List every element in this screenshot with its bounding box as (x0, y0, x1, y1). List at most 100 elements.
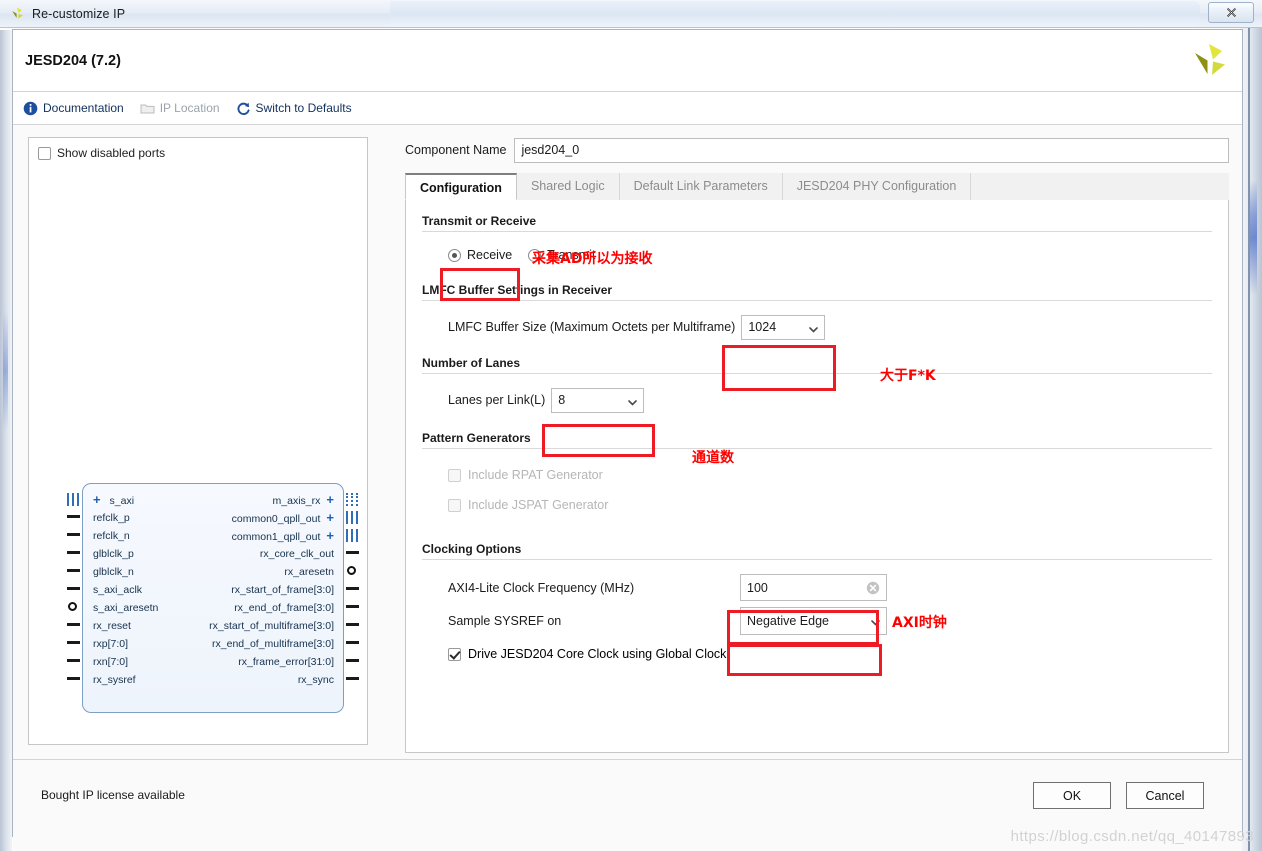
screen: Re-customize IP JESD204 (7.2) Documentat… (0, 0, 1262, 851)
port-label-right: rx_start_of_frame[3:0] (231, 584, 334, 596)
port-stub (346, 551, 359, 554)
lmfc-buffer-title: LMFC Buffer Settings in Receiver (422, 283, 613, 297)
port-label-left: glblclk_n (93, 566, 134, 578)
folder-icon (140, 101, 155, 116)
receive-radio[interactable]: Receive (448, 248, 512, 262)
port-stub (67, 641, 80, 644)
divider (422, 373, 1212, 374)
divider (422, 231, 1212, 232)
port-stub (67, 587, 80, 590)
show-disabled-ports-label: Show disabled ports (57, 146, 166, 160)
tab-jesd204-phy-configuration[interactable]: JESD204 PHY Configuration (782, 173, 972, 200)
component-name-input[interactable]: jesd204_0 (514, 137, 1229, 163)
lmfc-buffer-size-select[interactable]: 1024 (741, 314, 826, 340)
port-label-right: rx_frame_error[31:0] (238, 656, 334, 668)
port-stub (346, 641, 359, 644)
expand-bus-icon[interactable]: + (326, 492, 334, 507)
clocking-options-section: Clocking Options AXI4-Lite Clock Frequen… (422, 542, 1212, 667)
dialog-header: JESD204 (7.2) (13, 30, 1242, 92)
pattern-generators-section: Pattern Generators Include RPAT Generato… (422, 431, 1212, 520)
dialog-toolbar: Documentation IP Location Switch to Defa… (13, 92, 1242, 125)
ip-location-label: IP Location (159, 101, 220, 115)
port-stub (67, 533, 80, 536)
radio-dot (448, 248, 461, 262)
chevron-down-icon (628, 396, 638, 406)
expand-bus-icon[interactable]: + (93, 492, 101, 507)
port-stub (67, 659, 80, 662)
lanes-per-link-label: Lanes per Link(L) (448, 393, 546, 407)
component-name-row: Component Name jesd204_0 (405, 137, 1229, 163)
window-titlebar: Re-customize IP (0, 0, 1262, 28)
ip-block-symbol: + s_axi refclk_p refclk_n glblclk_p glblclk_… (82, 483, 344, 713)
pattern-generators-title: Pattern Generators (422, 431, 531, 445)
annotation-note-lanes: 通道数 (692, 450, 734, 466)
show-disabled-ports-checkbox[interactable]: Show disabled ports (38, 146, 165, 160)
annotation-note-lmfc: 大于F*K (880, 368, 936, 384)
lanes-per-link-select[interactable]: 8 (551, 387, 645, 413)
checkbox-box (448, 498, 461, 512)
port-label-right: m_axis_rx + (273, 491, 334, 509)
bus-interface-icon (67, 493, 80, 506)
axi-clock-frequency-row: AXI4-Lite Clock Frequency (MHz) 100 (422, 571, 1212, 604)
desktop-background-right (1240, 0, 1262, 851)
receive-label: Receive (467, 248, 513, 262)
tab-bar: Configuration Shared Logic Default Link … (405, 172, 1229, 200)
lmfc-buffer-row: LMFC Buffer Size (Maximum Octets per Mul… (422, 312, 1212, 342)
annotation-note-axi-clock: AXI时钟 (892, 615, 947, 631)
port-stub (67, 677, 80, 680)
xilinx-logo-icon (9, 6, 25, 22)
bus-interface-icon (346, 511, 359, 524)
ok-button[interactable]: OK (1033, 782, 1111, 809)
dialog-body: Show disabled ports + s_axi refclk_p refcl… (13, 125, 1242, 759)
port-label-left: s_axi_aclk (93, 584, 143, 596)
include-jspat-generator-checkbox[interactable]: Include JSPAT Generator (422, 490, 1212, 520)
drive-core-clock-checkbox[interactable]: Drive JESD204 Core Clock using Global Cl… (422, 641, 1212, 667)
port-stub (67, 569, 80, 572)
lanes-per-link-row: Lanes per Link(L) 8 (422, 385, 1212, 415)
page-title: JESD204 (7.2) (25, 52, 121, 69)
tab-default-link-parameters[interactable]: Default Link Parameters (619, 173, 783, 200)
axi-clock-frequency-label: AXI4-Lite Clock Frequency (MHz) (448, 580, 635, 595)
tab-configuration[interactable]: Configuration (405, 173, 517, 200)
port-stub (67, 551, 80, 554)
lmfc-buffer-label: LMFC Buffer Size (Maximum Octets per Mul… (448, 320, 736, 334)
axi-clock-frequency-input[interactable]: 100 (740, 574, 887, 601)
port-label-right: rx_sync (297, 674, 334, 686)
background-accent-right (1250, 180, 1257, 295)
port-stub (346, 605, 359, 608)
port-label-right: rx_start_of_multiframe[3:0] (209, 620, 334, 632)
number-of-lanes-section: Number of Lanes Lanes per Link(L) 8 (422, 356, 1212, 415)
window-title: Re-customize IP (32, 6, 126, 21)
clear-icon[interactable] (866, 581, 880, 595)
refresh-icon (236, 101, 251, 116)
port-name: common0_qpll_out (231, 513, 321, 525)
configuration-panel: Component Name jesd204_0 Configuration S… (405, 137, 1229, 753)
port-stub (346, 677, 359, 680)
desktop-background-left (0, 30, 12, 851)
divider (422, 559, 1212, 560)
documentation-button[interactable]: Documentation (23, 101, 124, 116)
port-label-right: common1_qpll_out + (232, 527, 334, 545)
port-name: s_axi (106, 495, 135, 507)
tab-shared-logic[interactable]: Shared Logic (516, 173, 620, 200)
port-label-right: rx_core_clk_out (259, 548, 334, 560)
expand-bus-icon[interactable]: + (326, 528, 334, 543)
include-jspat-generator-label: Include JSPAT Generator (468, 498, 609, 512)
sample-sysref-row: Sample SYSREF on Negative Edge (422, 604, 1212, 637)
port-label-left: rxn[7:0] (93, 656, 129, 668)
cancel-button[interactable]: Cancel (1126, 782, 1204, 809)
expand-bus-icon[interactable]: + (326, 510, 334, 525)
port-label-left: glblclk_p (93, 548, 134, 560)
port-label-left: + s_axi (93, 491, 134, 509)
close-icon[interactable] (1208, 2, 1254, 23)
port-name: common1_qpll_out (231, 531, 321, 543)
ip-location-button[interactable]: IP Location (140, 101, 220, 116)
component-name-label: Component Name (405, 143, 507, 157)
port-label-left: refclk_p (93, 512, 130, 524)
include-rpat-generator-checkbox[interactable]: Include RPAT Generator (422, 460, 1212, 490)
sample-sysref-select[interactable]: Negative Edge (740, 606, 887, 635)
sample-sysref-value: Negative Edge (747, 613, 830, 628)
port-label-right: rx_end_of_frame[3:0] (234, 602, 334, 614)
switch-to-defaults-button[interactable]: Switch to Defaults (236, 101, 352, 116)
info-icon (23, 101, 38, 116)
